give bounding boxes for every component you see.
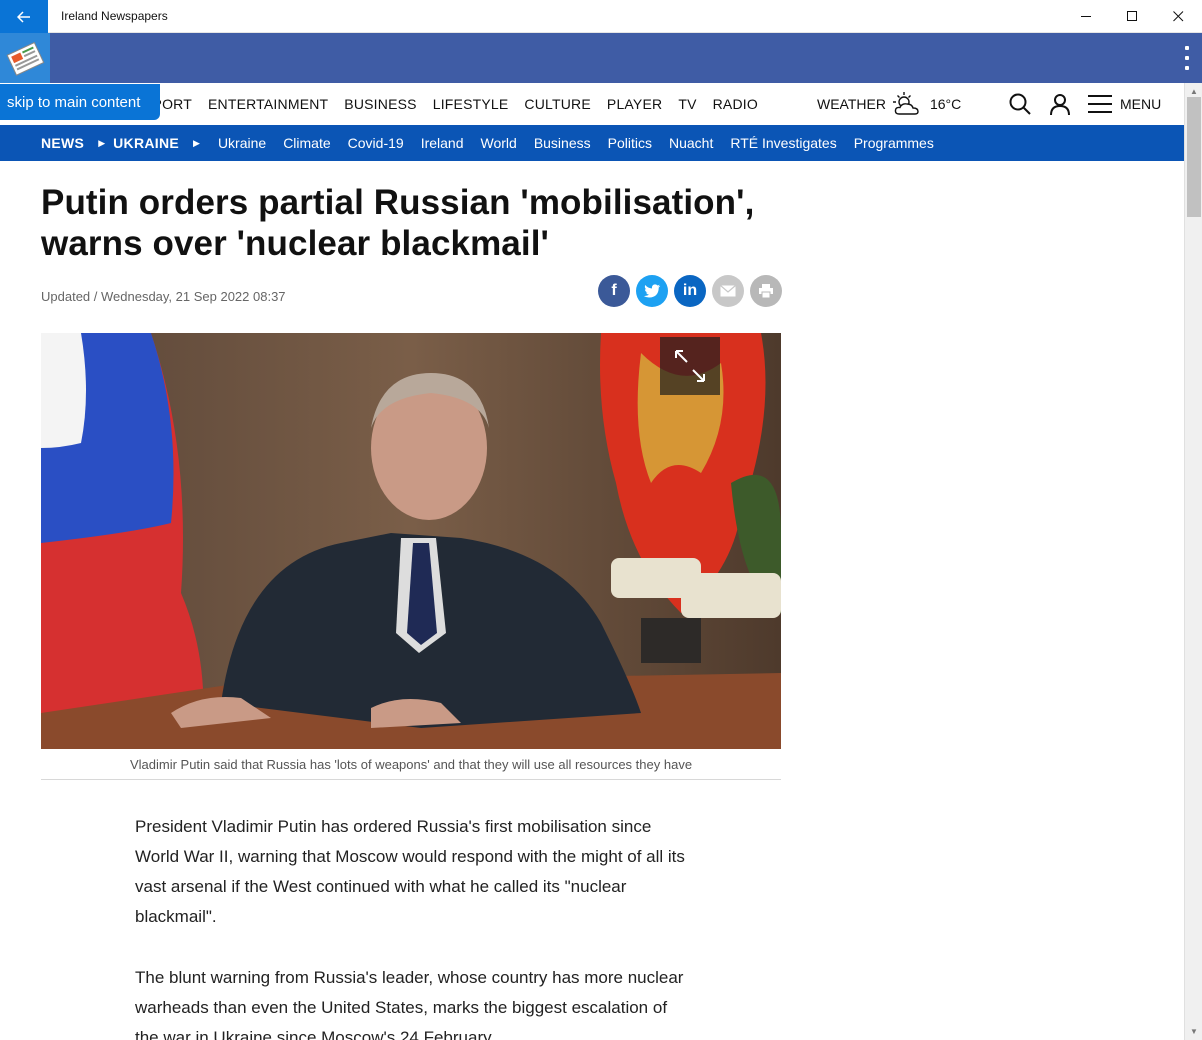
weather-widget[interactable]: WEATHER 16°C <box>817 83 961 125</box>
nav-item-business[interactable]: BUSINESS <box>344 96 416 112</box>
close-icon <box>1172 11 1183 22</box>
subnav-item-ukraine[interactable]: Ukraine <box>218 135 266 151</box>
main-navigation: SPORT ENTERTAINMENT BUSINESS LIFESTYLE C… <box>0 83 1184 125</box>
scroll-down-icon[interactable]: ▼ <box>1185 1027 1202 1036</box>
section-navigation: NEWS ▶ UKRAINE ▶ Ukraine Climate Covid-1… <box>0 125 1184 161</box>
nav-actions: MENU <box>1008 83 1161 125</box>
article-hero-image[interactable] <box>41 333 781 749</box>
minimize-button[interactable] <box>1063 0 1109 33</box>
app-header-bar <box>0 33 1202 83</box>
temperature: 16°C <box>929 96 962 112</box>
article-headline: Putin orders partial Russian 'mobilisati… <box>41 182 801 264</box>
maximize-button[interactable] <box>1109 0 1155 33</box>
maximize-icon <box>1126 11 1137 21</box>
app-title: Ireland Newspapers <box>61 9 168 23</box>
article-paragraph: President Vladimir Putin has ordered Rus… <box>135 817 685 926</box>
headline-line-1: Putin orders partial Russian 'mobilisati… <box>41 183 755 222</box>
caption-divider <box>41 779 781 780</box>
weather-label: WEATHER <box>817 96 886 112</box>
subnav-item-nuacht[interactable]: Nuacht <box>669 135 713 151</box>
more-vertical-icon <box>1185 46 1189 50</box>
article-paragraph: The blunt warning from Russia's leader, … <box>135 968 684 1040</box>
image-caption: Vladimir Putin said that Russia has 'lot… <box>129 757 693 772</box>
back-arrow-icon <box>17 10 30 23</box>
article-body: President Vladimir Putin has ordered Rus… <box>135 812 695 1040</box>
nav-item-entertainment[interactable]: ENTERTAINMENT <box>208 96 328 112</box>
vertical-scrollbar[interactable]: ▲ ▼ <box>1184 83 1202 1040</box>
more-options-button[interactable] <box>1182 46 1192 70</box>
headline-line-2: warns over 'nuclear blackmail' <box>41 224 549 263</box>
minimize-icon <box>1080 16 1091 17</box>
menu-label[interactable]: MENU <box>1120 96 1161 112</box>
breadcrumb-arrow-icon: ▶ <box>98 137 106 148</box>
print-icon[interactable] <box>750 275 782 307</box>
expand-icon <box>675 350 705 382</box>
nav-item-tv[interactable]: TV <box>678 96 696 112</box>
back-button[interactable] <box>0 0 48 33</box>
breadcrumb-ukraine[interactable]: UKRAINE <box>113 135 179 151</box>
subnav-item-climate[interactable]: Climate <box>283 135 330 151</box>
search-icon[interactable] <box>1008 92 1032 116</box>
skip-to-main-content-link[interactable]: skip to main content <box>0 84 160 120</box>
email-icon[interactable] <box>712 275 744 307</box>
close-button[interactable] <box>1155 0 1201 33</box>
scroll-thumb[interactable] <box>1187 97 1201 217</box>
partly-cloudy-icon <box>892 92 919 115</box>
subnav-item-ireland[interactable]: Ireland <box>421 135 464 151</box>
share-buttons: f in <box>598 275 788 307</box>
app-logo[interactable] <box>0 33 50 83</box>
nav-items: SPORT ENTERTAINMENT BUSINESS LIFESTYLE C… <box>143 83 774 125</box>
subnav-item-business[interactable]: Business <box>534 135 591 151</box>
scroll-up-icon[interactable]: ▲ <box>1185 87 1202 96</box>
article-dateline: Updated / Wednesday, 21 Sep 2022 08:37 <box>41 289 286 304</box>
window-titlebar: Ireland Newspapers <box>0 0 1202 33</box>
subnav-item-politics[interactable]: Politics <box>608 135 652 151</box>
facebook-icon[interactable]: f <box>598 275 630 307</box>
newspaper-icon <box>6 41 45 76</box>
expand-image-button[interactable] <box>660 337 720 395</box>
hamburger-menu-icon[interactable] <box>1088 94 1112 114</box>
subnav-item-world[interactable]: World <box>481 135 517 151</box>
nav-item-lifestyle[interactable]: LIFESTYLE <box>433 96 509 112</box>
breadcrumb-news[interactable]: NEWS <box>41 135 84 151</box>
subnav-item-rte-investigates[interactable]: RTÉ Investigates <box>730 135 836 151</box>
subnav-item-programmes[interactable]: Programmes <box>854 135 934 151</box>
nav-item-radio[interactable]: RADIO <box>713 96 758 112</box>
linkedin-icon[interactable]: in <box>674 275 706 307</box>
subnav-item-covid[interactable]: Covid-19 <box>348 135 404 151</box>
user-icon[interactable] <box>1048 92 1072 116</box>
breadcrumb-arrow-icon: ▶ <box>193 137 200 148</box>
nav-item-player[interactable]: PLAYER <box>607 96 662 112</box>
nav-item-culture[interactable]: CULTURE <box>524 96 590 112</box>
twitter-icon[interactable] <box>636 275 668 307</box>
